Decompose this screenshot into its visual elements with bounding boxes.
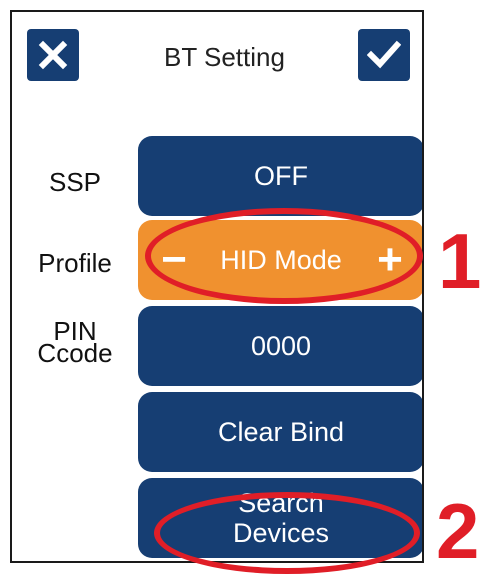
confirm-button[interactable] [358,29,410,81]
bt-setting-screen: BT Setting SSP OFF Profile − HID Mode + … [10,10,424,563]
page-title: BT Setting [164,42,285,72]
profile-increment-button[interactable]: + [370,220,410,300]
profile-decrement-button[interactable]: − [154,220,194,300]
pin-code-field[interactable]: 0000 [138,306,422,386]
close-icon [38,40,68,70]
profile-value: HID Mode [220,245,342,275]
close-button[interactable] [27,29,79,81]
pin-label-line2: Ccode [37,338,113,368]
ssp-label: SSP [48,167,102,197]
ssp-value: OFF [254,161,308,191]
search-devices-button[interactable]: Search Devices [138,478,422,558]
search-devices-line1: Search [238,488,324,518]
search-devices-label: Search Devices [233,488,329,548]
annotation-number-2: 2 [436,487,480,575]
clear-bind-label: Clear Bind [217,417,345,447]
search-devices-line2: Devices [232,518,330,548]
profile-selector: − HID Mode + [138,220,422,300]
profile-label: Profile [38,248,112,278]
clear-bind-button[interactable]: Clear Bind [138,392,422,472]
ssp-toggle-button[interactable]: OFF [138,136,422,216]
pin-code-value: 0000 [250,331,312,361]
checkmark-icon [367,40,401,69]
pin-label: PIN Ccode [12,318,138,368]
annotation-number-1: 1 [438,217,482,305]
